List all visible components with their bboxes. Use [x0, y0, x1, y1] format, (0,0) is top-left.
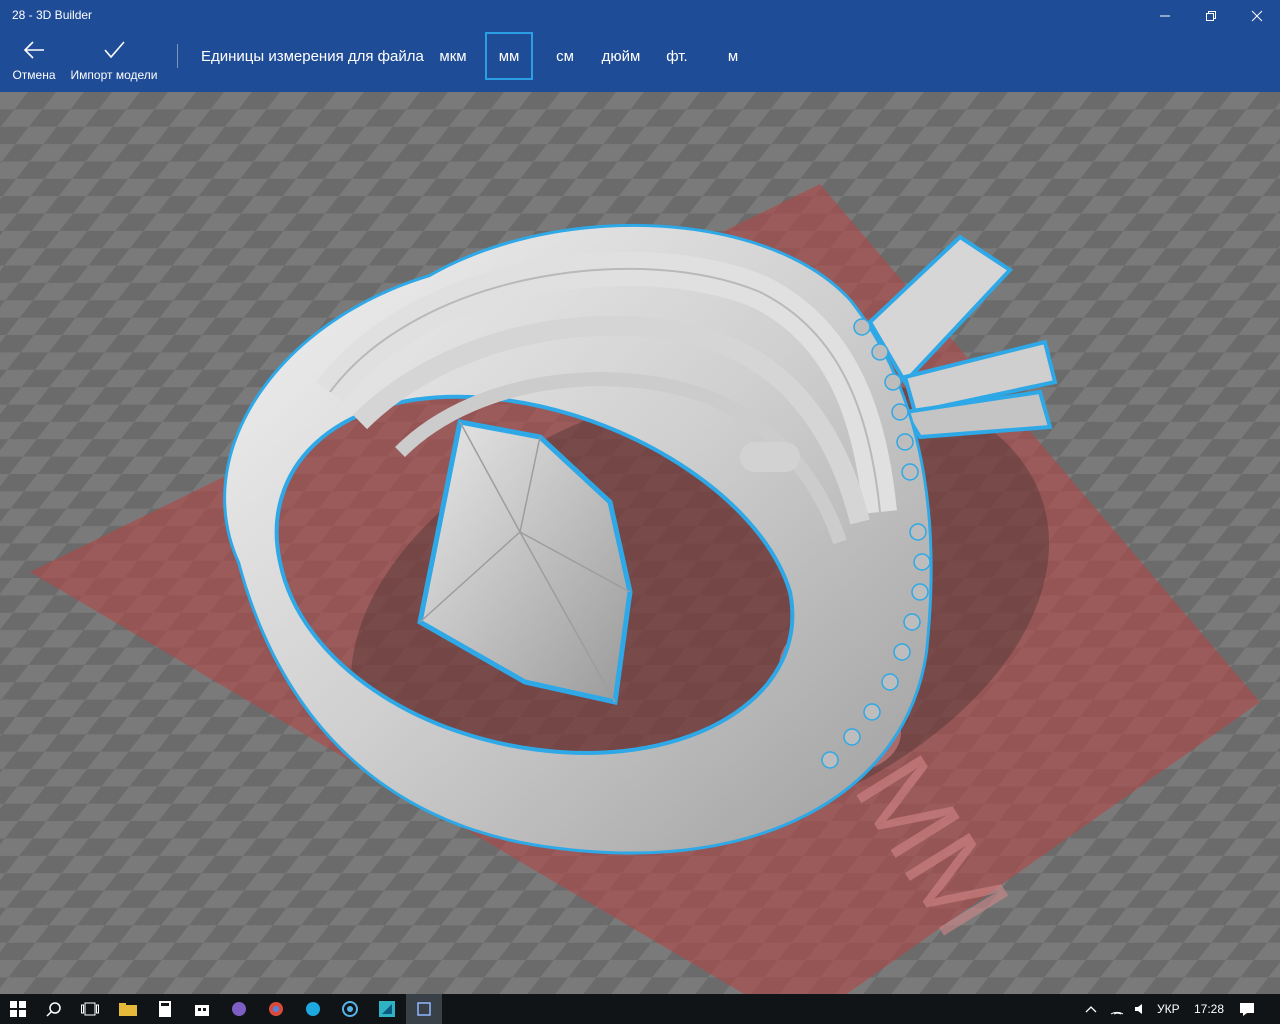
- minimize-button[interactable]: [1142, 0, 1188, 32]
- task-view-icon[interactable]: [72, 994, 108, 1024]
- scene-canvas: COMM: [0, 92, 1280, 994]
- calculator-icon[interactable]: [147, 994, 183, 1024]
- app-circle-icon[interactable]: [332, 994, 368, 1024]
- window-title: 28 - 3D Builder: [12, 8, 93, 22]
- language-indicator[interactable]: УКР: [1157, 1002, 1180, 1016]
- minimize-icon: [1160, 15, 1170, 17]
- checkmark-icon: [103, 32, 125, 68]
- taskbar: УКР 17:28: [0, 994, 1280, 1024]
- volume-icon[interactable]: [1128, 994, 1154, 1024]
- unit-option-ft[interactable]: фт.: [660, 32, 694, 80]
- import-model-label: Импорт модели: [70, 68, 158, 82]
- 3d-builder-icon[interactable]: [406, 994, 442, 1024]
- chrome-icon[interactable]: [258, 994, 294, 1024]
- 3d-viewport[interactable]: COMM: [0, 92, 1280, 994]
- viber-icon[interactable]: [221, 994, 257, 1024]
- close-button[interactable]: [1234, 0, 1280, 32]
- notification-icon[interactable]: [1232, 994, 1262, 1024]
- unit-option-m[interactable]: м: [720, 32, 746, 80]
- chevron-up-icon[interactable]: [1076, 994, 1106, 1024]
- search-icon[interactable]: [36, 994, 72, 1024]
- back-arrow-icon: [23, 32, 45, 68]
- windows-start-icon[interactable]: [0, 994, 36, 1024]
- units-label: Единицы измерения для файла: [201, 48, 424, 65]
- store-icon[interactable]: [184, 994, 220, 1024]
- restore-button[interactable]: [1188, 0, 1234, 32]
- import-model-button[interactable]: Импорт модели: [66, 32, 162, 92]
- command-bar: Отмена Импорт модели Единицы измерения д…: [0, 32, 1280, 92]
- skype-icon[interactable]: [295, 994, 331, 1024]
- restore-icon: [1206, 11, 1216, 21]
- unit-option-mm[interactable]: мм: [485, 32, 533, 80]
- cancel-button[interactable]: Отмена: [8, 32, 60, 92]
- toolbar-separator: [177, 44, 178, 68]
- close-icon: [1251, 10, 1263, 22]
- setting-post: [740, 442, 800, 472]
- clock[interactable]: 17:28: [1194, 1002, 1224, 1016]
- wifi-icon[interactable]: [1104, 994, 1130, 1024]
- unit-option-um[interactable]: мкм: [432, 32, 474, 80]
- cancel-label: Отмена: [12, 68, 56, 82]
- file-explorer-icon[interactable]: [110, 994, 146, 1024]
- unit-option-inch[interactable]: дюйм: [596, 32, 646, 80]
- app-blue-icon[interactable]: [369, 994, 405, 1024]
- title-bar: 28 - 3D Builder: [0, 0, 1280, 32]
- unit-option-cm[interactable]: см: [548, 32, 582, 80]
